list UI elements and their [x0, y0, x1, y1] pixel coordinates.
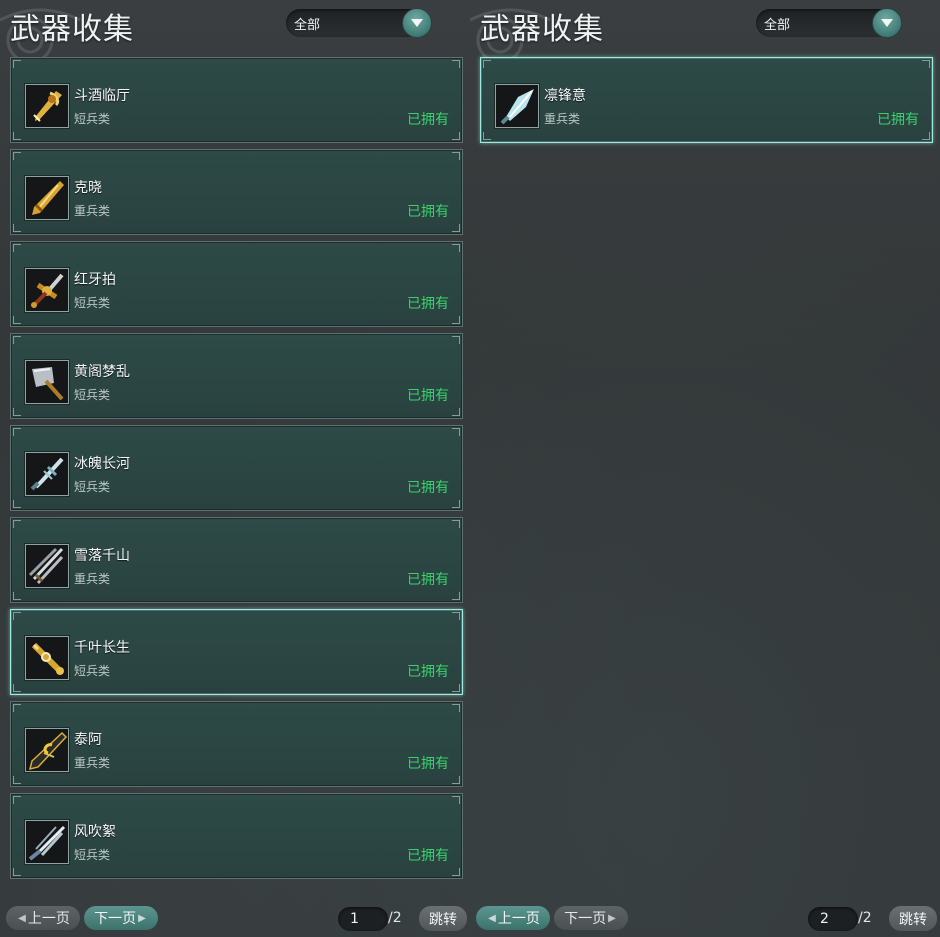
chevron-right-icon: ▶: [138, 912, 146, 924]
weapon-card[interactable]: 克晓 重兵类 已拥有: [10, 149, 463, 235]
weapon-card[interactable]: 斗酒临厅 短兵类 已拥有: [10, 57, 463, 143]
weapon-name: 黄阁梦乱: [74, 364, 130, 380]
page-total: /2: [388, 910, 402, 926]
collection-panel-page-2: 武器收集 全部 凛锋意 重兵类 已拥有 ◀ 上一页 下一页 ▶ 2 /2 跳转: [470, 0, 940, 937]
category-filter-dropdown[interactable]: 全部: [756, 8, 902, 38]
prev-page-button[interactable]: ◀ 上一页: [476, 906, 550, 930]
owned-status: 已拥有: [407, 480, 449, 496]
weapon-card-selected[interactable]: 千叶长生 短兵类 已拥有: [10, 609, 463, 695]
owned-status: 已拥有: [877, 112, 919, 128]
page-number-input[interactable]: 2: [808, 907, 858, 931]
weapon-collection-screen: 武器收集 全部 斗酒临厅 短兵类 已拥有 克晓 重兵类 已拥有 红牙拍 短兵类 …: [0, 0, 940, 937]
weapon-type: 短兵类: [74, 664, 111, 678]
weapon-type: 短兵类: [74, 296, 111, 310]
weapon-type: 重兵类: [74, 572, 111, 586]
prev-page-label: 上一页: [27, 911, 70, 927]
owned-status: 已拥有: [407, 388, 449, 404]
weapon-list: 凛锋意 重兵类 已拥有: [480, 57, 933, 149]
collection-panel-page-1: 武器收集 全部 斗酒临厅 短兵类 已拥有 克晓 重兵类 已拥有 红牙拍 短兵类 …: [0, 0, 470, 937]
chevron-right-icon: ▶: [608, 912, 616, 924]
weapon-list: 斗酒临厅 短兵类 已拥有 克晓 重兵类 已拥有 红牙拍 短兵类 已拥有 黄阁梦乱…: [10, 57, 463, 885]
ice-dagger-icon: [25, 452, 69, 496]
weapon-name: 千叶长生: [74, 640, 130, 656]
axe-blade-icon: [25, 360, 69, 404]
weapon-name: 风吹絮: [74, 824, 116, 840]
chevron-down-icon[interactable]: [402, 8, 432, 38]
weapon-card[interactable]: 红牙拍 短兵类 已拥有: [10, 241, 463, 327]
weapon-type: 短兵类: [74, 848, 111, 862]
weapon-type: 短兵类: [74, 388, 111, 402]
prev-page-label: 上一页: [497, 911, 540, 927]
page-total: /2: [858, 910, 872, 926]
weapon-name: 凛锋意: [544, 88, 586, 104]
prev-page-button[interactable]: ◀ 上一页: [6, 906, 80, 930]
black-gold-greatsword-icon: [25, 728, 69, 772]
page-number-input[interactable]: 1: [338, 907, 388, 931]
feather-blades-icon: [25, 820, 69, 864]
weapon-name: 雪落千山: [74, 548, 130, 564]
weapon-name: 斗酒临厅: [74, 88, 130, 104]
weapon-name: 冰魄长河: [74, 456, 130, 472]
weapon-card[interactable]: 黄阁梦乱 短兵类 已拥有: [10, 333, 463, 419]
owned-status: 已拥有: [407, 848, 449, 864]
chevron-left-icon: ◀: [488, 912, 496, 924]
weapon-card[interactable]: 冰魄长河 短兵类 已拥有: [10, 425, 463, 511]
next-page-button[interactable]: 下一页 ▶: [554, 906, 628, 930]
weapon-name: 红牙拍: [74, 272, 116, 288]
next-page-label: 下一页: [94, 911, 137, 927]
weapon-card[interactable]: 风吹絮 短兵类 已拥有: [10, 793, 463, 879]
jump-button[interactable]: 跳转: [889, 906, 937, 931]
weapon-card[interactable]: 雪落千山 重兵类 已拥有: [10, 517, 463, 603]
category-filter-dropdown[interactable]: 全部: [286, 8, 432, 38]
chevron-down-icon[interactable]: [872, 8, 902, 38]
chevron-left-icon: ◀: [18, 912, 26, 924]
weapon-type: 短兵类: [74, 480, 111, 494]
weapon-type: 重兵类: [544, 112, 581, 126]
page-title: 武器收集: [10, 12, 134, 47]
owned-status: 已拥有: [407, 112, 449, 128]
next-page-button[interactable]: 下一页 ▶: [84, 906, 158, 930]
filter-selected-value: 全部: [294, 18, 321, 33]
red-gold-crossguard-icon: [25, 268, 69, 312]
weapon-name: 克晓: [74, 180, 102, 196]
silver-claws-icon: [25, 544, 69, 588]
owned-status: 已拥有: [407, 756, 449, 772]
weapon-card-selected[interactable]: 凛锋意 重兵类 已拥有: [480, 57, 933, 143]
owned-status: 已拥有: [407, 204, 449, 220]
golden-broadsword-icon: [25, 176, 69, 220]
weapon-name: 泰阿: [74, 732, 102, 748]
jump-button[interactable]: 跳转: [419, 906, 467, 931]
jade-gold-rod-icon: [25, 636, 69, 680]
golden-ornate-blade-icon: [25, 84, 69, 128]
next-page-label: 下一页: [564, 911, 607, 927]
owned-status: 已拥有: [407, 664, 449, 680]
filter-selected-value: 全部: [764, 18, 791, 33]
owned-status: 已拥有: [407, 296, 449, 312]
owned-status: 已拥有: [407, 572, 449, 588]
crystal-spear-icon: [495, 84, 539, 128]
weapon-card[interactable]: 泰阿 重兵类 已拥有: [10, 701, 463, 787]
weapon-type: 重兵类: [74, 204, 111, 218]
weapon-type: 重兵类: [74, 756, 111, 770]
weapon-type: 短兵类: [74, 112, 111, 126]
page-title: 武器收集: [480, 12, 604, 47]
